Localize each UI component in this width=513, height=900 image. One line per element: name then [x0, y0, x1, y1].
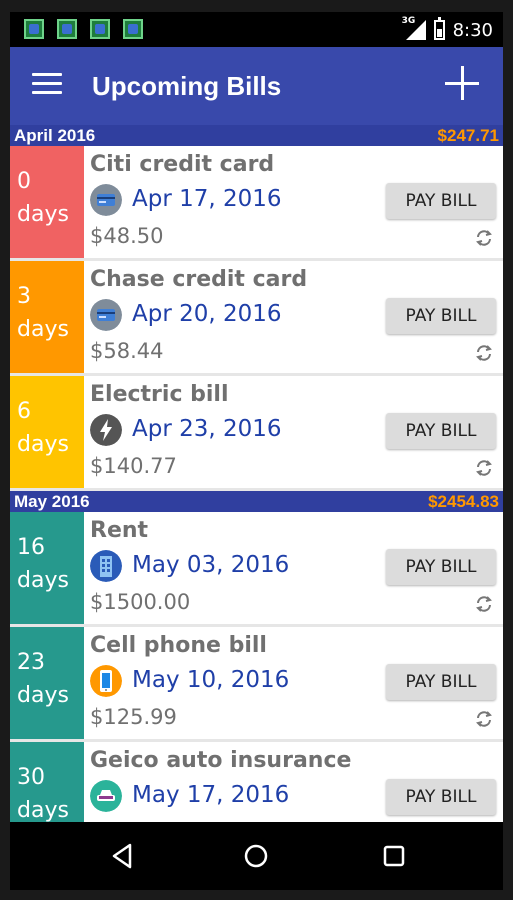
page-title: Upcoming Bills — [92, 71, 282, 101]
pay-bill-button[interactable]: PAY BILL — [386, 549, 496, 585]
pay-bill-button[interactable]: PAY BILL — [386, 298, 496, 334]
days-until-due-badge: 30 days — [10, 742, 84, 822]
navigation-bar — [10, 822, 503, 890]
days-until-due-badge: 0 days — [10, 146, 84, 258]
bill-name: Geico auto insurance — [90, 748, 352, 773]
month-name: May 2016 — [14, 492, 90, 511]
due-date: May 03, 2016 — [132, 552, 290, 578]
days-label: days — [17, 317, 69, 342]
check-notification-icon — [24, 19, 44, 39]
menu-icon[interactable] — [32, 73, 62, 97]
days-label: days — [17, 568, 69, 593]
bill-item[interactable]: 30 days Geico auto insurance May 17, 201… — [10, 742, 503, 822]
days-number: 3 — [17, 284, 31, 309]
bill-name: Rent — [90, 518, 149, 543]
credit-card-icon — [90, 299, 122, 331]
pay-bill-button[interactable]: PAY BILL — [386, 183, 496, 219]
due-date: May 10, 2016 — [132, 667, 290, 693]
bill-item[interactable]: 0 days Citi credit card Apr 17, 2016 $48… — [10, 146, 503, 258]
status-bar: 3G 8:30 — [10, 12, 503, 47]
signal-icon: 3G — [402, 16, 426, 40]
bill-name: Chase credit card — [90, 267, 308, 292]
bill-item[interactable]: 23 days Cell phone bill May 10, 2016 $12… — [10, 627, 503, 739]
days-label: days — [17, 432, 69, 457]
check-notification-icon — [123, 19, 143, 39]
check-notification-icon — [57, 19, 77, 39]
bill-list[interactable]: April 2016 $247.71 0 days Citi credit ca… — [10, 125, 503, 822]
due-date: May 17, 2016 — [132, 782, 290, 808]
days-number: 16 — [17, 535, 45, 560]
days-label: days — [17, 683, 69, 708]
bill-amount: $58.44 — [90, 339, 164, 363]
bill-name: Citi credit card — [90, 152, 275, 177]
bill-name: Cell phone bill — [90, 633, 267, 658]
days-until-due-badge: 23 days — [10, 627, 84, 739]
days-number: 6 — [17, 399, 31, 424]
check-notification-icon — [90, 19, 110, 39]
month-total: $2454.83 — [428, 492, 499, 511]
repeat-icon — [476, 596, 492, 612]
lightning-icon — [90, 414, 122, 446]
car-icon — [90, 780, 122, 812]
phone-icon — [90, 665, 122, 697]
month-total: $247.71 — [437, 126, 499, 145]
bill-amount: $48.50 — [90, 224, 164, 248]
due-date: Apr 20, 2016 — [132, 301, 282, 327]
month-name: April 2016 — [14, 126, 96, 145]
days-number: 0 — [17, 169, 31, 194]
battery-icon — [433, 17, 445, 40]
bill-amount: $125.99 — [90, 705, 177, 729]
building-icon — [90, 550, 122, 582]
month-header: April 2016 $247.71 — [10, 125, 503, 146]
status-indicators: 3G 8:30 — [402, 16, 493, 42]
back-icon[interactable] — [106, 840, 138, 872]
pay-bill-button[interactable]: PAY BILL — [386, 664, 496, 700]
days-number: 30 — [17, 765, 45, 790]
days-until-due-badge: 6 days — [10, 376, 84, 488]
screen: 3G 8:30 Upcoming Bills April 2016 $247.7… — [10, 12, 503, 890]
days-until-due-badge: 3 days — [10, 261, 84, 373]
home-icon[interactable] — [240, 840, 272, 872]
add-bill-icon[interactable] — [445, 66, 479, 100]
pay-bill-button[interactable]: PAY BILL — [386, 413, 496, 449]
due-date: Apr 17, 2016 — [132, 186, 282, 212]
days-label: days — [17, 202, 69, 227]
bill-amount: $140.77 — [90, 454, 177, 478]
bill-item[interactable]: 3 days Chase credit card Apr 20, 2016 $5… — [10, 261, 503, 373]
bill-name: Electric bill — [90, 382, 229, 407]
recent-apps-icon[interactable] — [378, 840, 410, 872]
pay-bill-button[interactable]: PAY BILL — [386, 779, 496, 815]
due-date: Apr 23, 2016 — [132, 416, 282, 442]
app-bar: Upcoming Bills — [10, 47, 503, 125]
bill-item[interactable]: 6 days Electric bill Apr 23, 2016 $140.7… — [10, 376, 503, 488]
repeat-icon — [476, 230, 492, 246]
days-until-due-badge: 16 days — [10, 512, 84, 624]
clock: 8:30 — [452, 19, 493, 41]
repeat-icon — [476, 345, 492, 361]
repeat-icon — [476, 711, 492, 727]
credit-card-icon — [90, 184, 122, 216]
phone-frame: 3G 8:30 Upcoming Bills April 2016 $247.7… — [0, 0, 513, 900]
bill-amount: $1500.00 — [90, 590, 191, 614]
repeat-icon — [476, 460, 492, 476]
days-label: days — [17, 798, 69, 822]
days-number: 23 — [17, 650, 45, 675]
month-header: May 2016 $2454.83 — [10, 491, 503, 512]
bill-item[interactable]: 16 days Rent May 03, 2016 $1500.00 PAY B… — [10, 512, 503, 624]
